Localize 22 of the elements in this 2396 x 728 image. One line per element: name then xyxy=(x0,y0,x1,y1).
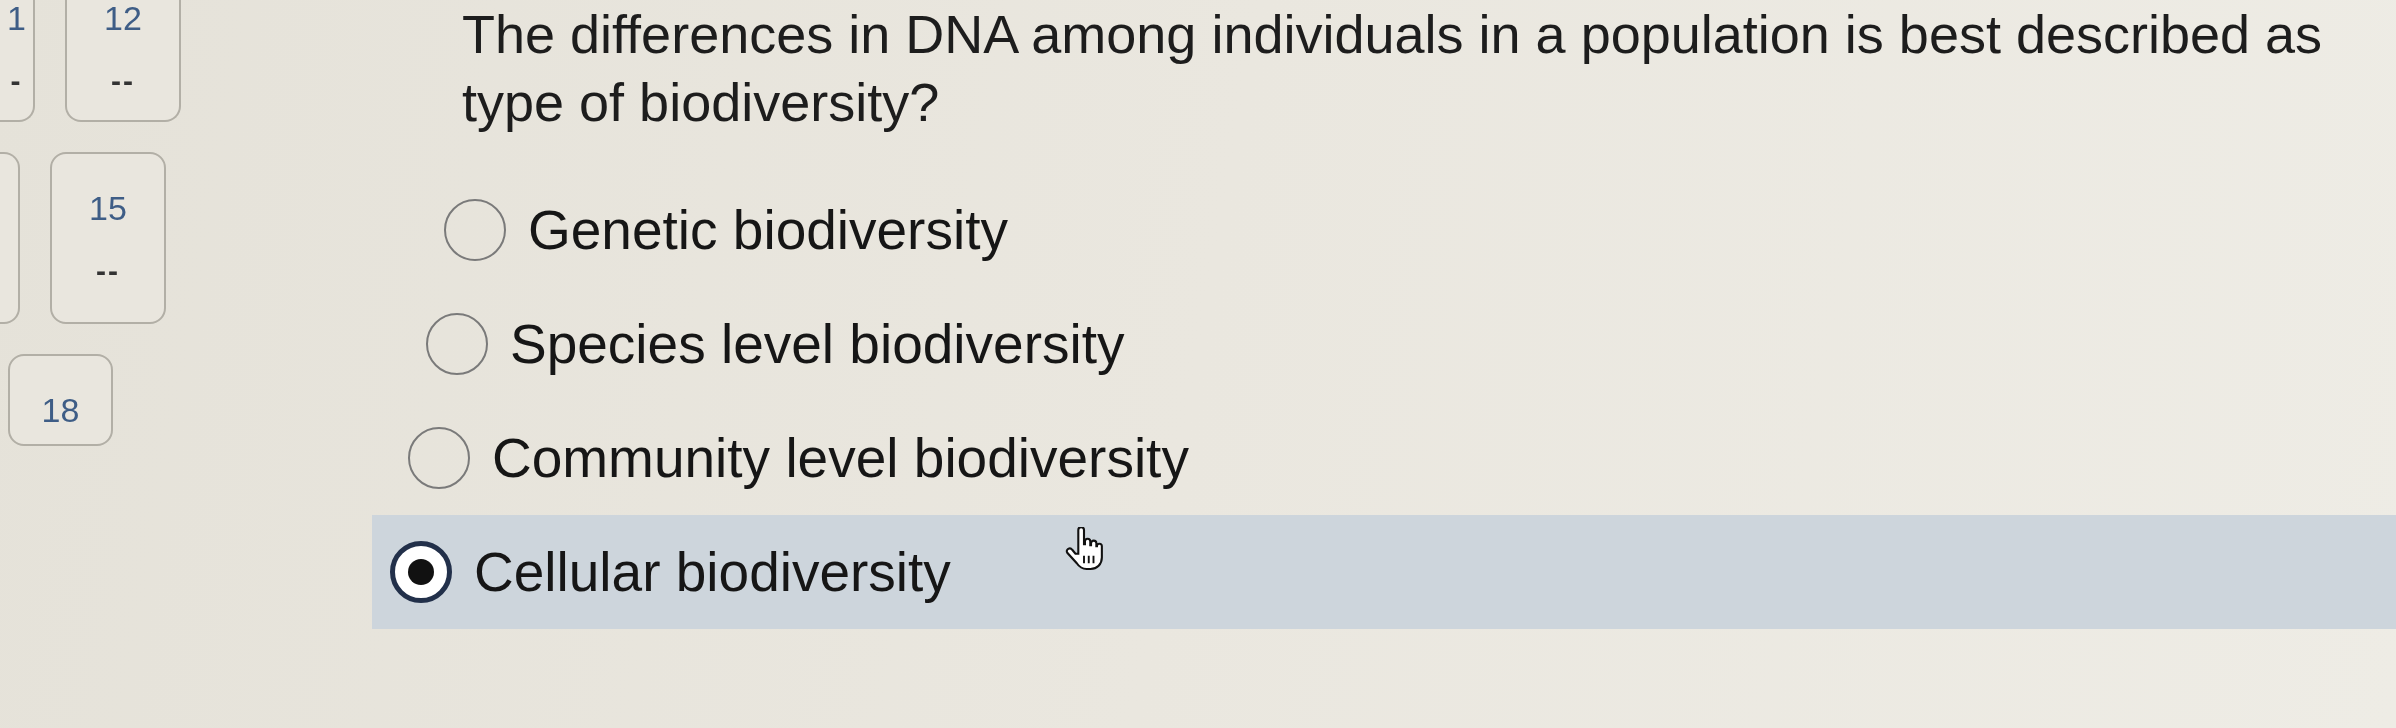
hand-pointer-icon xyxy=(1065,527,1103,571)
option-label[interactable]: Community level biodiversity xyxy=(492,426,1189,490)
radio-button[interactable] xyxy=(408,427,470,489)
answer-status: - xyxy=(10,66,23,96)
option-label[interactable]: Species level biodiversity xyxy=(510,312,1125,376)
question-text: The differences in DNA among individuals in a population is best described as type of biodiversity? xyxy=(462,3,2324,134)
selected-option-highlight[interactable]: Cellular biodiversity xyxy=(372,515,2396,629)
radio-button[interactable] xyxy=(426,313,488,375)
answer-status: -- xyxy=(111,66,135,96)
question-nav-tile[interactable]: 1 - xyxy=(0,0,35,122)
question-nav-tile[interactable] xyxy=(0,152,20,324)
question-nav-tile[interactable]: 12 -- xyxy=(65,0,181,122)
option-label[interactable]: Genetic biodiversity xyxy=(528,198,1008,262)
answer-status: -- xyxy=(96,256,120,286)
question-nav-tile[interactable]: 15 -- xyxy=(50,152,166,324)
question-number: 12 xyxy=(104,0,142,36)
option-label[interactable]: Cellular biodiversity xyxy=(474,540,951,604)
question-nav-tile[interactable]: 18 xyxy=(8,354,113,446)
question-number: 18 xyxy=(41,392,80,428)
question-number: 1 xyxy=(7,0,26,36)
radio-button[interactable] xyxy=(444,199,506,261)
question-number: 15 xyxy=(89,190,127,226)
